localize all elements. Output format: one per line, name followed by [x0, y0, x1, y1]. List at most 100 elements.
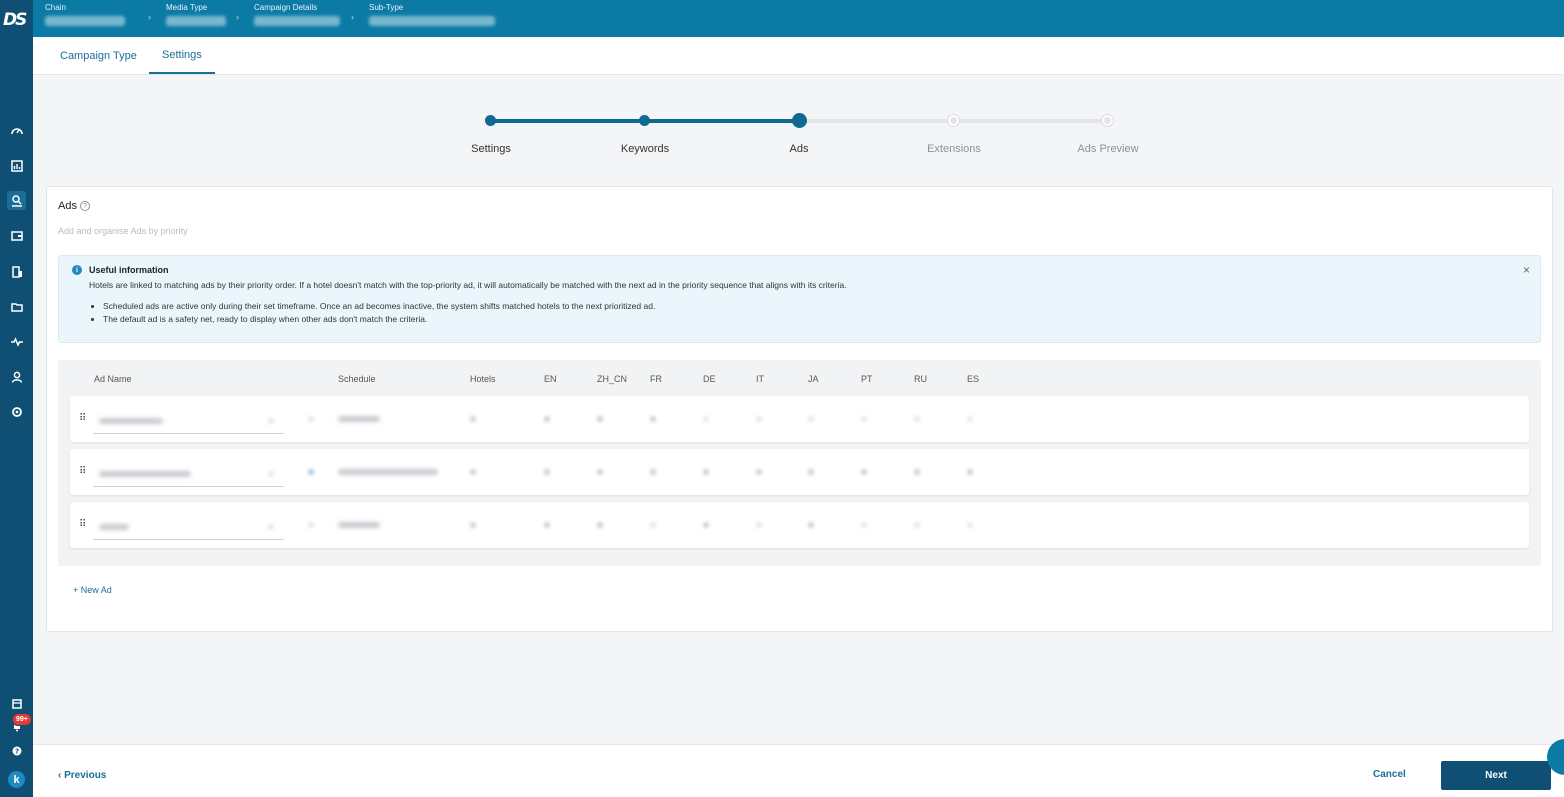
campaigns-icon[interactable]: [7, 191, 26, 210]
breadcrumb-item-media-type[interactable]: Media Type: [166, 3, 226, 26]
table-row[interactable]: ⠿: [70, 502, 1529, 548]
breadcrumb-item-chain[interactable]: Chain: [45, 3, 125, 26]
info-bullet-list: Scheduled ads are active only during the…: [103, 301, 655, 327]
info-bullet: Scheduled ads are active only during the…: [103, 301, 655, 311]
blurred-value: [756, 416, 762, 422]
ad-name-field[interactable]: [93, 514, 284, 540]
step-label-keywords: Keywords: [620, 143, 670, 155]
blurred-value: [470, 522, 476, 528]
blurred-value: [544, 416, 550, 422]
blurred-value: [756, 522, 762, 528]
step-dot-keywords[interactable]: [639, 115, 650, 126]
previous-button[interactable]: ‹ Previous: [58, 770, 106, 781]
blurred-value: [338, 522, 380, 528]
breadcrumb-item-sub-type[interactable]: Sub-Type: [369, 3, 495, 26]
reports-icon[interactable]: [7, 156, 26, 175]
step-dot-ads[interactable]: [792, 113, 807, 128]
blurred-value: [650, 416, 656, 422]
breadcrumb-value-blurred: [369, 16, 495, 26]
activity-icon[interactable]: [7, 332, 26, 351]
blurred-value: [914, 522, 920, 528]
blurred-value: [470, 469, 476, 475]
tab-campaign-type[interactable]: Campaign Type: [47, 37, 150, 74]
ad-name-field[interactable]: [93, 408, 284, 434]
column-header-ad-name: Ad Name: [94, 374, 132, 384]
buildings-icon[interactable]: [7, 262, 26, 281]
step-dot-extensions[interactable]: [948, 115, 959, 126]
blurred-value: [861, 416, 867, 422]
tab-bar: Campaign Type Settings: [33, 37, 1564, 75]
chevron-right-icon: ›: [236, 12, 239, 22]
notification-badge: 99+: [12, 713, 32, 726]
table-row[interactable]: ⠿: [70, 449, 1529, 495]
column-header-hotels: Hotels: [470, 374, 496, 384]
user-icon[interactable]: [7, 367, 26, 386]
step-dot-ads-preview[interactable]: [1102, 115, 1113, 126]
ads-card: Ads ? Add and organise Ads by priority i…: [46, 186, 1553, 632]
drag-handle-icon[interactable]: ⠿: [79, 519, 86, 530]
tab-settings[interactable]: Settings: [149, 37, 215, 74]
next-button[interactable]: Next: [1441, 761, 1551, 790]
blurred-value: [808, 522, 814, 528]
cancel-button[interactable]: Cancel: [1373, 769, 1406, 780]
chevron-right-icon: ›: [148, 12, 151, 22]
ads-section-title: Ads ?: [58, 200, 90, 212]
blurred-value: [808, 416, 814, 422]
ads-section-subtitle: Add and organise Ads by priority: [58, 226, 188, 236]
drag-handle-icon[interactable]: ⠿: [79, 413, 86, 424]
blurred-value: [338, 416, 380, 422]
blurred-value: [703, 522, 709, 528]
app-logo[interactable]: DS: [3, 10, 30, 32]
blurred-value: [597, 416, 603, 422]
column-header-ja: JA: [808, 374, 819, 384]
breadcrumb-item-campaign-details[interactable]: Campaign Details: [254, 3, 340, 26]
breadcrumb: Chain › Media Type › Campaign Details › …: [33, 0, 1564, 37]
column-header-it: IT: [756, 374, 764, 384]
blurred-value: [914, 469, 920, 475]
blurred-value: [967, 522, 973, 528]
folder-icon[interactable]: [7, 297, 26, 316]
wallet-icon[interactable]: [7, 226, 26, 245]
blurred-value: [308, 469, 314, 475]
breadcrumb-value-blurred: [45, 16, 125, 26]
column-header-ru: RU: [914, 374, 927, 384]
info-title: Useful information: [89, 265, 169, 275]
user-avatar[interactable]: k: [8, 771, 25, 788]
blurred-value: [861, 469, 867, 475]
blurred-value: [756, 469, 762, 475]
progress-stepper: Settings Keywords Ads Extensions Ads Pre…: [460, 110, 1140, 160]
column-header-zh-cn: ZH_CN: [597, 374, 628, 384]
help-icon[interactable]: ?: [7, 741, 26, 760]
blurred-value: [470, 416, 476, 422]
ad-name-field[interactable]: [93, 461, 284, 487]
drag-handle-icon[interactable]: ⠿: [79, 466, 86, 477]
chevron-left-icon: ‹: [58, 770, 62, 781]
blurred-value: [914, 416, 920, 422]
blurred-value: [967, 469, 973, 475]
step-dot-settings[interactable]: [485, 115, 496, 126]
column-header-fr: FR: [650, 374, 662, 384]
svg-text:?: ?: [14, 747, 18, 755]
breadcrumb-value-blurred: [166, 16, 226, 26]
column-header-en: EN: [544, 374, 557, 384]
new-ad-button[interactable]: + New Ad: [73, 585, 112, 595]
column-header-es: ES: [967, 374, 980, 384]
column-header-schedule: Schedule: [338, 374, 376, 384]
column-header-de: DE: [703, 374, 716, 384]
settings-icon[interactable]: [7, 402, 26, 421]
dashboard-icon[interactable]: [7, 121, 26, 140]
sidebar: DS 99+ ? k: [0, 0, 33, 797]
blurred-value: [338, 469, 438, 475]
close-icon[interactable]: ×: [1523, 263, 1530, 277]
blurred-value: [544, 522, 550, 528]
column-header-pt: PT: [861, 374, 873, 384]
blurred-value: [268, 471, 274, 477]
help-circle-icon[interactable]: ?: [79, 201, 90, 211]
blurred-value: [308, 522, 314, 528]
table-row[interactable]: ⠿: [70, 396, 1529, 442]
step-label-ads-preview: Ads Preview: [1077, 143, 1139, 155]
blurred-value: [308, 416, 314, 422]
blurred-value: [99, 471, 191, 477]
blurred-value: [861, 522, 867, 528]
calendar-icon[interactable]: [7, 694, 26, 713]
